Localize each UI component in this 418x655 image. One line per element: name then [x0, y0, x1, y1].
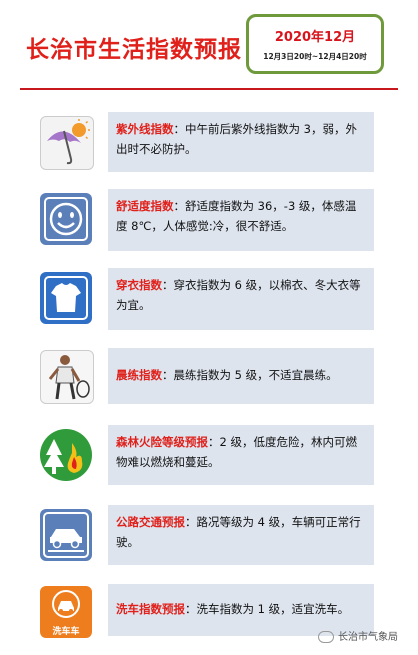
fire-panel: 森林火险等级预报：2 级，低度危险，林内可燃物难以燃烧和蔓延。	[108, 425, 374, 485]
watermark: 长治市气象局	[318, 628, 398, 643]
comfort-label: 舒适度指数	[116, 199, 174, 213]
car-wash-caption: 洗车车	[52, 627, 80, 637]
exercise-panel: 晨练指数：晨练指数为 5 级，不适宜晨练。	[108, 348, 374, 404]
fire-label: 森林火险等级预报	[116, 435, 208, 449]
uv-panel: 紫外线指数：中午前后紫外线指数为 3，弱，外出时不必防护。	[108, 112, 374, 172]
header-divider	[20, 88, 398, 90]
tshirt-icon	[40, 272, 92, 324]
date-main: 2020年12月	[274, 30, 356, 45]
date-box: 2020年12月 12月3日20时~12月4日20时	[246, 14, 384, 74]
smiley-face-icon	[40, 193, 92, 245]
date-range: 12月3日20时~12月4日20时	[263, 52, 367, 61]
umbrella-sun-icon	[40, 116, 94, 170]
uv-label: 紫外线指数	[116, 122, 174, 136]
watermark-text: 长治市气象局	[338, 632, 398, 643]
car-road-icon	[40, 509, 92, 561]
wechat-icon	[318, 631, 334, 643]
exercise-text: 晨练指数为 5 级，不适宜晨练。	[173, 368, 338, 382]
forest-fire-icon	[40, 429, 92, 481]
clothing-panel: 穿衣指数：穿衣指数为 6 级，以棉衣、冬大衣等为宜。	[108, 268, 374, 330]
carwash-text: 洗车指数为 1 级，适宜洗车。	[196, 602, 350, 616]
comfort-panel: 舒适度指数：舒适度指数为 36，-3 级，体感温度 8℃，人体感觉:冷，很不舒适…	[108, 189, 374, 251]
page-title: 长治市生活指数预报	[26, 37, 242, 63]
clothing-label: 穿衣指数	[116, 278, 162, 292]
car-wash-icon: 洗车车	[40, 586, 92, 638]
traffic-label: 公路交通预报	[116, 515, 185, 529]
exercise-label: 晨练指数	[116, 368, 162, 382]
carwash-label: 洗车指数预报	[116, 602, 185, 616]
traffic-panel: 公路交通预报：路况等级为 4 级，车辆可正常行驶。	[108, 505, 374, 565]
tennis-player-icon	[40, 350, 94, 404]
